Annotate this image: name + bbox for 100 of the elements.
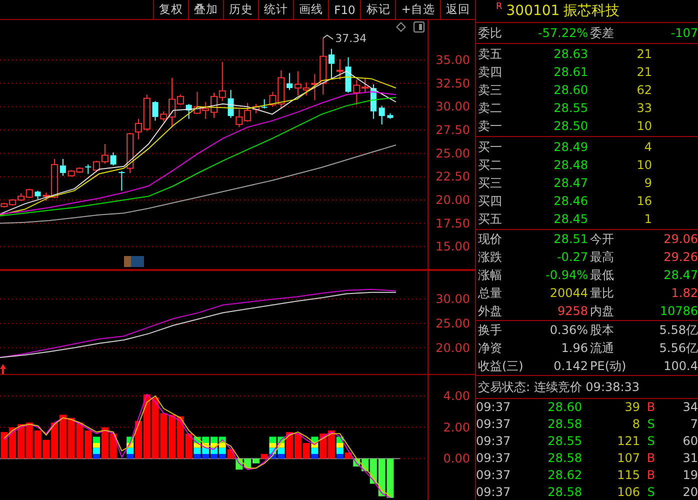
candlestick (34, 190, 41, 200)
high-price-label: 37.34 (335, 32, 367, 46)
ask-volume: 21 (636, 46, 652, 63)
field-value: 0.36% (548, 322, 588, 339)
bid-level-label: 买五 (477, 211, 503, 228)
bid-price: 28.47 (552, 175, 588, 192)
candlestick (387, 112, 394, 120)
field-label: 换手 (477, 322, 503, 339)
axis-tick-label: 32.50 (436, 76, 470, 90)
field-value: 1.96 (560, 340, 588, 357)
field-value: 5.56亿 (658, 340, 698, 357)
bid-price: 28.49 (552, 139, 588, 156)
field-value: 0.142 (552, 358, 588, 375)
axis-tick-label: 15.00 (436, 240, 470, 254)
tick-count: 31 (682, 450, 698, 467)
candlestick (118, 170, 125, 192)
tick-price: 28.58 (546, 484, 582, 500)
ask-level-label: 卖四 (477, 64, 503, 81)
field-value: 29.06 (662, 231, 698, 248)
field-value: 28.51 (552, 231, 588, 248)
ask-volume: 33 (636, 100, 652, 117)
leader-line (322, 34, 334, 40)
bid-price: 28.45 (552, 211, 588, 228)
field-value: -0.94% (544, 267, 588, 284)
ask-price: 28.55 (552, 100, 588, 117)
panel-toggle-icon[interactable] (414, 22, 424, 32)
tick-volume: 106 (616, 484, 640, 500)
field-label: 委比 (477, 25, 503, 42)
ask-volume: 62 (636, 82, 652, 99)
tick-count: 19 (682, 467, 698, 484)
field-label: 今开 (589, 231, 615, 248)
tick-volume: 8 (631, 416, 640, 433)
tick-time: 09:37 (476, 416, 512, 433)
tick-price: 28.62 (546, 467, 582, 484)
axis-tick-label: 25.00 (436, 316, 470, 330)
candlestick (261, 98, 268, 110)
tick-time: 09:37 (476, 484, 512, 500)
field-label: 现价 (477, 231, 503, 248)
ask-volume: 10 (636, 118, 652, 135)
bid-volume: 9 (643, 175, 652, 192)
field-value: 29.26 (662, 249, 698, 266)
tick-price: 28.58 (546, 416, 582, 433)
candlestick (378, 105, 385, 125)
field-value: 5.58亿 (658, 322, 698, 339)
field-value: 1.82 (670, 285, 698, 302)
field-label: 股本 (589, 322, 615, 339)
field-label: 收益(三) (477, 358, 524, 375)
market-flag-label: R (496, 2, 502, 12)
field-label: 最高 (589, 249, 615, 266)
field-value: -0.27 (556, 249, 588, 266)
tick-count: 20 (682, 484, 698, 500)
ask-price: 28.63 (552, 46, 588, 63)
tick-price: 28.58 (546, 450, 582, 467)
axis-tick-label: 17.50 (436, 216, 470, 230)
axis-tick-label: 27.50 (436, 123, 470, 138)
bid-volume: 10 (636, 157, 652, 174)
tick-time: 09:37 (476, 450, 512, 467)
candlestick (85, 164, 92, 174)
axis-tick-label: 30.00 (436, 100, 470, 114)
ask-price: 28.60 (552, 82, 588, 99)
candlestick (186, 103, 192, 120)
bid-price: 28.48 (552, 157, 588, 174)
tick-price: 28.60 (546, 399, 582, 416)
candlestick (336, 58, 344, 80)
field-label: 净资 (477, 340, 503, 357)
ask-price: 28.61 (552, 64, 588, 81)
field-value: 9258 (556, 303, 588, 320)
field-label: 涨跌 (477, 249, 503, 266)
tick-side: B (646, 450, 656, 467)
ask-level-label: 卖三 (477, 82, 503, 99)
axis-tick-label: 4.00 (443, 388, 470, 403)
axis-tick-label: 20.00 (436, 193, 470, 208)
field-value: 20044 (548, 285, 588, 302)
tick-time: 09:37 (476, 433, 512, 450)
tick-count: 60 (682, 433, 698, 450)
bid-price: 28.46 (552, 193, 588, 210)
candlestick (345, 56, 352, 94)
axis-tick-label: 35.00 (436, 53, 470, 68)
bid-volume: 1 (643, 211, 652, 228)
field-value: 100.4 (662, 358, 698, 375)
axis-tick-label: 2.00 (443, 420, 470, 434)
tick-time: 09:37 (476, 399, 512, 416)
field-value: 28.47 (662, 267, 698, 284)
field-label: 涨幅 (477, 267, 503, 284)
tick-volume: 121 (616, 433, 640, 450)
bid-level-label: 买二 (477, 157, 503, 174)
field-label: PE(动) (589, 358, 628, 375)
field-label: 总量 (477, 285, 503, 302)
axis-tick-label: 30.00 (436, 292, 470, 306)
ask-price: 28.50 (552, 118, 588, 135)
tick-price: 28.55 (546, 433, 582, 450)
field-value: -57.22% (536, 25, 588, 42)
field-value: -107 (670, 25, 698, 42)
field-label: 外盘 (477, 303, 503, 320)
ask-level-label: 卖五 (477, 46, 503, 63)
stock-name: 振芯科技 (564, 2, 620, 20)
ask-level-label: 卖二 (477, 100, 503, 117)
field-label: 量比 (589, 285, 615, 302)
tick-time: 09:37 (476, 467, 512, 484)
diamond-icon[interactable] (396, 22, 406, 32)
